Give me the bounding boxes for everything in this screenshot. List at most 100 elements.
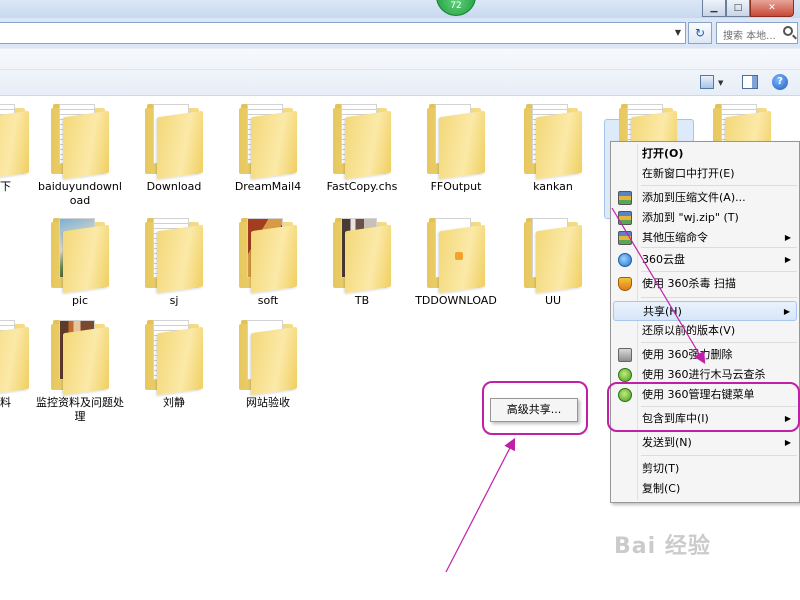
address-input[interactable]: ▼ <box>0 22 686 44</box>
folder-label: TB <box>354 294 370 307</box>
menu-item-label: 还原以前的版本(V) <box>642 324 736 337</box>
folder-icon <box>331 214 393 294</box>
folder-item[interactable]: FastCopy.chs <box>317 100 407 194</box>
folder-icon <box>49 100 111 180</box>
search-input[interactable]: 搜索 本地... <box>716 22 798 44</box>
folder-item[interactable]: DreamMail4 <box>223 100 313 194</box>
folder-icon <box>425 214 487 294</box>
submenu-arrow-icon: ▶ <box>784 438 791 447</box>
folder-icon <box>331 100 393 180</box>
help-icon[interactable]: ? <box>772 74 788 90</box>
folder-label: FastCopy.chs <box>326 180 398 193</box>
change-view-icon[interactable] <box>700 75 714 89</box>
folder-item[interactable]: UU <box>508 214 598 308</box>
minimize-button[interactable]: ▁ <box>702 0 726 17</box>
folder-item[interactable]: FFOutput <box>411 100 501 194</box>
folder-icon <box>425 100 487 180</box>
folder-item[interactable]: TDDOWNLOAD <box>411 214 501 308</box>
context-menu-item[interactable]: 在新窗口中打开(E) <box>613 164 797 184</box>
close-button[interactable]: ✕ <box>750 0 794 17</box>
preview-pane-icon[interactable] <box>742 75 758 89</box>
menu-separator <box>641 342 797 343</box>
folder-icon <box>237 316 299 396</box>
folder-item[interactable]: kankan <box>508 100 598 194</box>
menu-item-label: 使用 360杀毒 扫描 <box>642 277 736 290</box>
menu-item-label: 添加到 "wj.zip" (T) <box>642 211 739 224</box>
folder-icon <box>143 100 205 180</box>
context-menu-item[interactable]: 使用 360杀毒 扫描 <box>613 274 797 294</box>
notification-badge[interactable]: 72 <box>436 0 476 16</box>
menu-item-label: 360云盘 <box>642 253 685 266</box>
refresh-icon[interactable]: ↻ <box>688 22 712 44</box>
context-menu-item[interactable]: 使用 360强力删除 <box>613 345 797 365</box>
folder-item[interactable]: soft <box>223 214 313 308</box>
title-bar: 72 ▁ □ ✕ <box>0 0 800 18</box>
context-menu-item[interactable]: 共享(H) ▶ <box>613 301 797 321</box>
folder-icon <box>237 214 299 294</box>
folder-icon <box>143 316 205 396</box>
menu-item-label: 复制(C) <box>642 482 681 495</box>
view-dropdown-icon[interactable]: ▼ <box>718 79 723 87</box>
address-bar: ▼ ↻ 搜索 本地... <box>0 18 800 48</box>
folder-item[interactable]: 网站验收 <box>223 316 313 410</box>
folder-icon <box>522 214 584 294</box>
folder-label: soft <box>257 294 279 307</box>
context-menu-item[interactable]: 还原以前的版本(V) <box>613 321 797 341</box>
folder-label: FFOutput <box>430 180 482 193</box>
search-placeholder: 搜索 本地... <box>723 31 776 42</box>
folder-item[interactable]: sj <box>129 214 219 308</box>
folder-item[interactable]: pic <box>35 214 125 308</box>
folder-label: TDDOWNLOAD <box>415 294 497 307</box>
watermark: Bai 经验 <box>614 528 711 560</box>
folder-label: Download <box>146 180 202 193</box>
context-menu-item[interactable]: 360云盘 ▶ <box>613 250 797 270</box>
folder-icon <box>0 100 31 180</box>
disk-icon <box>618 348 632 362</box>
folder-item[interactable]: baiduyundownload <box>35 100 125 208</box>
menu-item-label: 剪切(T) <box>642 462 680 475</box>
submenu-arrow-icon: ▶ <box>784 233 791 242</box>
context-menu-item[interactable]: 发送到(N) ▶ <box>613 433 797 453</box>
context-menu-item[interactable]: 复制(C) <box>613 479 797 499</box>
folder-label: pic <box>71 294 89 307</box>
folder-icon <box>49 316 111 396</box>
folder-icon <box>522 100 584 180</box>
watermark-text: Bai 经验 <box>614 534 711 559</box>
chevron-down-icon[interactable]: ▼ <box>675 28 681 37</box>
menu-item-label: 发送到(N) <box>642 436 692 449</box>
context-menu-item[interactable]: 添加到 "wj.zip" (T) <box>613 208 797 228</box>
menu-item-label: 使用 360强力删除 <box>642 348 733 361</box>
folder-item[interactable]: 刘静 <box>129 316 219 410</box>
folder-icon <box>49 214 111 294</box>
menu-item-label: 打开(O) <box>642 147 684 160</box>
command-toolbar: ▼ ? <box>0 48 800 96</box>
folder-label: sj <box>169 294 179 307</box>
context-menu-item[interactable]: 打开(O) <box>613 144 797 164</box>
search-icon[interactable] <box>783 26 793 36</box>
green-icon <box>618 368 632 382</box>
submenu-arrow-icon: ▶ <box>784 255 791 264</box>
folder-item[interactable]: TB <box>317 214 407 308</box>
window-controls: ▁ □ ✕ <box>702 0 794 17</box>
menu-separator <box>641 297 797 298</box>
context-menu-item[interactable]: 剪切(T) <box>613 459 797 479</box>
highlight-advanced-sharing <box>482 381 588 435</box>
folder-item[interactable]: Download <box>129 100 219 194</box>
shield-icon <box>618 277 632 291</box>
folder-label: 监控资料及问题处理 <box>36 396 124 423</box>
folder-label: UU <box>544 294 562 307</box>
context-menu-item[interactable]: 其他压缩命令 ▶ <box>613 228 797 248</box>
folder-label: baiduyundownload <box>38 180 122 207</box>
zip-icon <box>618 211 632 225</box>
context-menu-item[interactable]: 添加到压缩文件(A)... <box>613 188 797 208</box>
folder-label: 网站验收 <box>246 396 290 409</box>
folder-label: DreamMail4 <box>234 180 302 193</box>
folder-item[interactable]: 监控资料及问题处理 <box>35 316 125 424</box>
highlight-share-item <box>607 382 800 432</box>
folder-icon <box>143 214 205 294</box>
maximize-button[interactable]: □ <box>726 0 750 17</box>
menu-item-label: 使用 360进行木马云查杀 <box>642 368 766 381</box>
menu-separator <box>641 455 797 456</box>
menu-item-label: 在新窗口中打开(E) <box>642 167 735 180</box>
cloud-icon <box>618 253 632 267</box>
